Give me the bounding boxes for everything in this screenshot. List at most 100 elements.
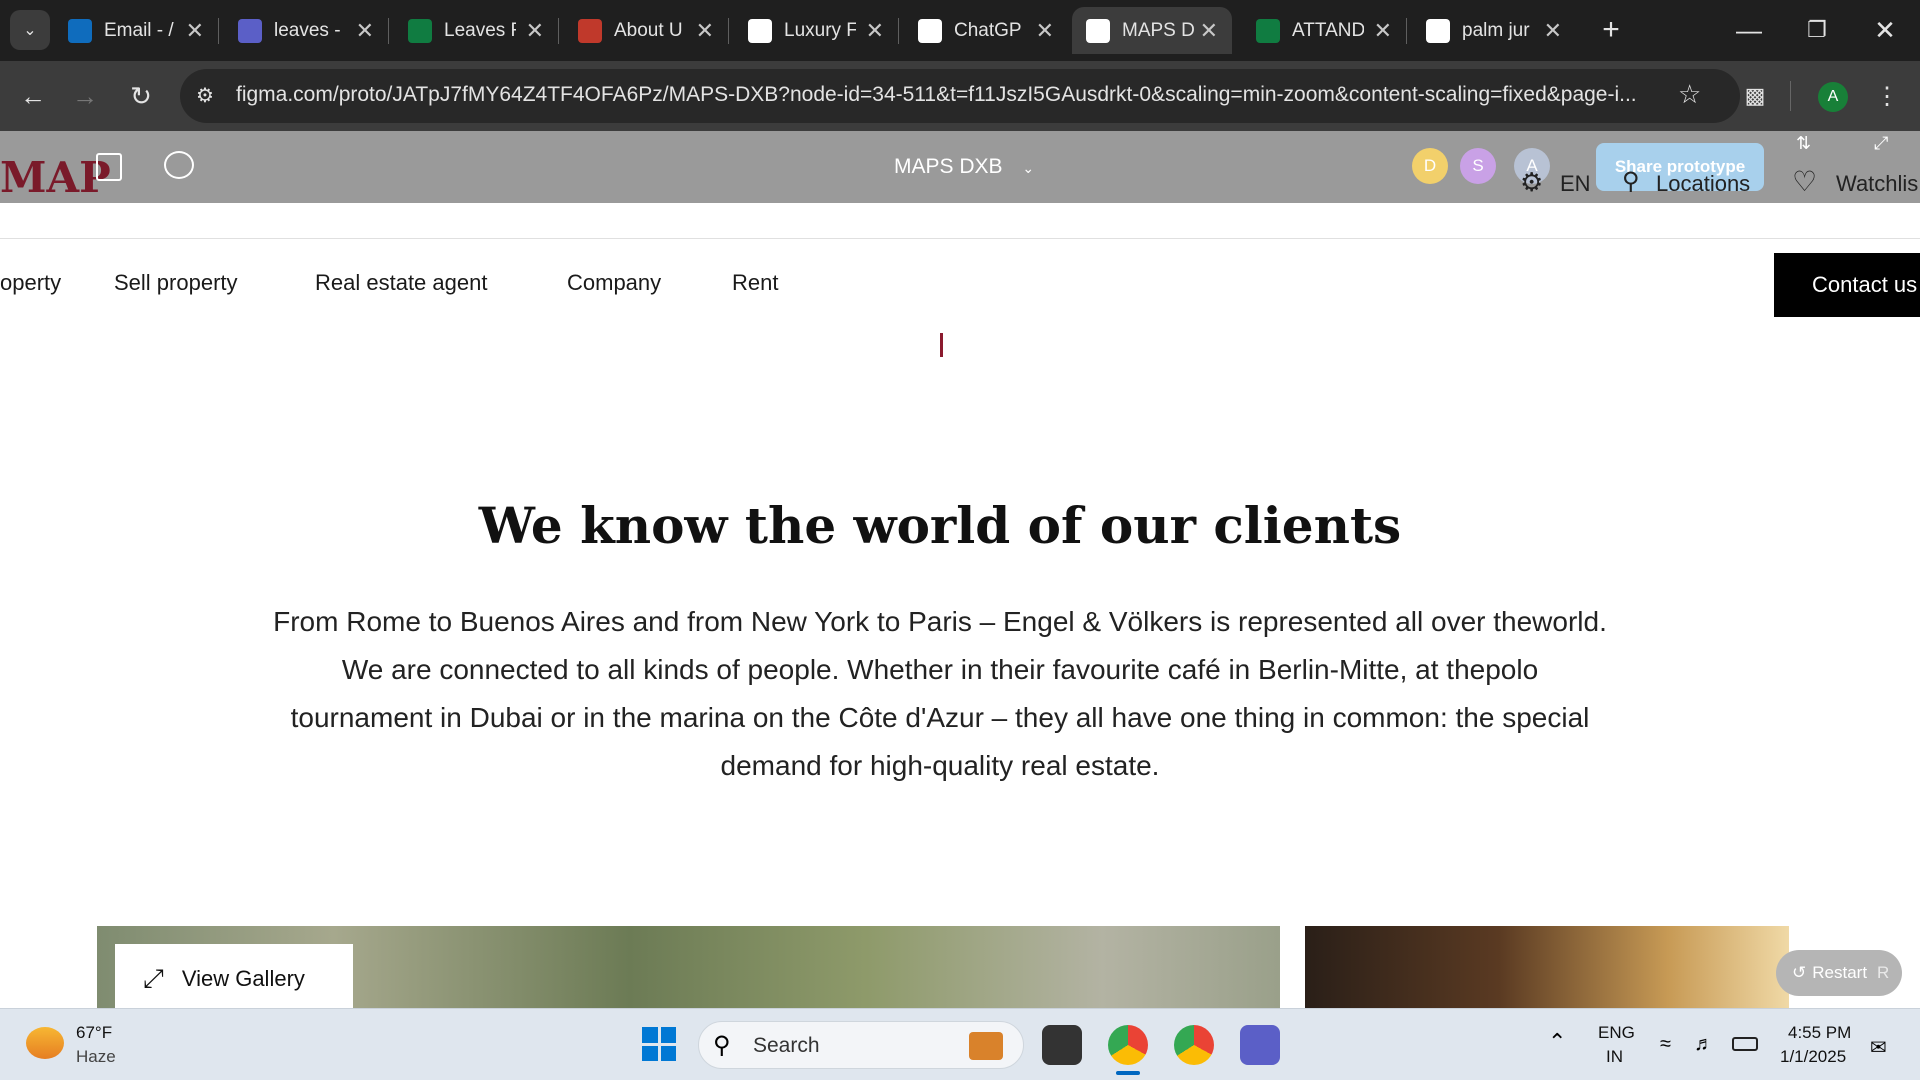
ev-icon: [748, 18, 772, 43]
nav-real-estate-agent[interactable]: Real estate agent: [315, 270, 487, 296]
browser-tab[interactable]: Email - / ✕: [68, 7, 204, 54]
toolbar-divider: [1790, 81, 1791, 111]
menu-button[interactable]: ⋮: [1868, 77, 1906, 115]
chrome-icon[interactable]: [1108, 1025, 1148, 1065]
browser-tab[interactable]: Leaves F ✕: [408, 7, 544, 54]
wifi-icon[interactable]: ≈: [1660, 1033, 1671, 1056]
chevron-down-icon: ⌄: [1022, 160, 1035, 176]
tab-title: Luxury F: [784, 19, 856, 41]
close-icon[interactable]: ✕: [356, 18, 374, 44]
teams-icon[interactable]: [1240, 1025, 1280, 1065]
chrome-profile-icon[interactable]: [1174, 1025, 1214, 1065]
windows-start-button[interactable]: [642, 1027, 676, 1061]
file-name-label: MAPS DXB: [894, 155, 1003, 178]
nav-sell-property[interactable]: Sell property: [114, 270, 238, 296]
google-icon: [1426, 18, 1450, 43]
reload-button[interactable]: ↻: [122, 77, 160, 115]
back-button[interactable]: ←: [14, 77, 52, 115]
close-icon[interactable]: ✕: [1374, 18, 1392, 44]
language-indicator[interactable]: ENG: [1598, 1023, 1635, 1043]
weather-temp[interactable]: 67°F: [76, 1023, 112, 1043]
star-icon[interactable]: ☆: [1678, 79, 1701, 110]
close-icon[interactable]: ✕: [526, 18, 544, 44]
nav-company[interactable]: Company: [567, 270, 661, 296]
start-tile-icon: [642, 1027, 658, 1043]
locations-link[interactable]: Locations: [1656, 171, 1750, 197]
battery-icon[interactable]: [1732, 1037, 1758, 1051]
close-icon[interactable]: ✕: [186, 18, 204, 44]
browser-toolbar: ← → ↻ ⚙ figma.com/proto/JATpJ7fMY64Z4TF4…: [0, 61, 1920, 131]
notification-bell-icon[interactable]: ✉: [1870, 1035, 1887, 1060]
close-icon: ✕: [1874, 14, 1896, 45]
reload-icon: ↻: [130, 80, 152, 111]
close-icon[interactable]: ✕: [1036, 18, 1054, 44]
clock-date[interactable]: 1/1/2025: [1780, 1047, 1846, 1067]
extensions-button[interactable]: ▩: [1736, 77, 1774, 115]
close-window-button[interactable]: ✕: [1866, 11, 1904, 49]
browser-tab[interactable]: About U ✕: [578, 7, 714, 54]
figma-play-icon: [1086, 18, 1110, 43]
speaker-icon[interactable]: ♬: [1694, 1033, 1714, 1056]
nav-rent[interactable]: Rent: [732, 270, 778, 296]
new-tab-button[interactable]: +: [1592, 11, 1630, 49]
chevron-down-icon: ⌄: [23, 22, 37, 39]
tab-separator: [218, 18, 219, 44]
address-bar[interactable]: ⚙ figma.com/proto/JATpJ7fMY64Z4TF4OFA6Pz…: [180, 69, 1740, 123]
profile-avatar[interactable]: A: [1818, 82, 1848, 112]
chatgpt-icon: [918, 18, 942, 43]
figma-prototype-header: MAP MAPS DXB ⌄ D S A Share prototype ⚙ E…: [0, 131, 1920, 203]
tab-search-button[interactable]: ⌄: [10, 10, 50, 50]
text-cursor: [940, 333, 943, 357]
excel-icon: [408, 18, 432, 43]
contact-us-button[interactable]: Contact us: [1774, 253, 1920, 317]
site-info-icon[interactable]: ⚙: [196, 83, 214, 108]
lifestyle-image-card[interactable]: [1305, 926, 1789, 1008]
weather-desc: Haze: [76, 1047, 116, 1066]
expand-icon[interactable]: ⤢: [1874, 133, 1888, 154]
task-view-icon[interactable]: [1042, 1025, 1082, 1065]
language-selector[interactable]: EN: [1560, 171, 1591, 197]
close-icon[interactable]: ✕: [1200, 18, 1218, 44]
browser-tab[interactable]: leaves - ✕: [238, 7, 374, 54]
copilot-icon: [238, 18, 262, 43]
nav-buy-property[interactable]: operty: [0, 270, 61, 296]
weather-haze-icon[interactable]: [26, 1027, 64, 1059]
browser-tab[interactable]: palm jur ✕: [1426, 7, 1562, 54]
arrow-right-icon: →: [72, 80, 98, 111]
forward-button[interactable]: →: [66, 77, 104, 115]
close-icon[interactable]: ✕: [1544, 18, 1562, 44]
browser-tab[interactable]: ChatGP ✕: [918, 7, 1054, 54]
comment-icon[interactable]: [164, 151, 194, 179]
presence-avatar-s[interactable]: S: [1460, 148, 1496, 184]
tab-separator: [898, 18, 899, 44]
watchlist-link[interactable]: Watchlis: [1836, 171, 1918, 197]
restore-icon: ❐: [1807, 17, 1827, 42]
view-gallery-button[interactable]: ⤢ View Gallery: [115, 944, 353, 1014]
gear-icon[interactable]: ⚙: [1520, 167, 1543, 198]
restart-button[interactable]: ↺ Restart R: [1776, 950, 1902, 996]
url-text: figma.com/proto/JATpJ7fMY64Z4TF4OFA6Pz/M…: [236, 83, 1637, 106]
browser-tab[interactable]: Luxury F ✕: [748, 7, 884, 54]
minimize-button[interactable]: —: [1730, 11, 1768, 49]
tab-title: Email - /: [104, 19, 174, 41]
close-icon[interactable]: ✕: [866, 18, 884, 44]
windows-taskbar: 67°F Haze ⚲ Search ⌃ ENG IN ≈ ♬ 4:55 PM …: [0, 1008, 1920, 1080]
language-region: IN: [1606, 1047, 1623, 1066]
presence-avatar-d[interactable]: D: [1412, 148, 1448, 184]
taskbar-search[interactable]: ⚲ Search: [698, 1021, 1024, 1069]
site-logo[interactable]: MAP: [0, 153, 111, 202]
expand-arrows-icon: ⤢: [143, 963, 164, 993]
restore-button[interactable]: ❐: [1798, 11, 1836, 49]
tab-separator: [558, 18, 559, 44]
browser-tab-strip: ⌄ Email - / ✕ leaves - ✕ Leaves F ✕ About U ✕ Lu…: [0, 0, 1920, 61]
browser-tab[interactable]: MAPS D ✕: [1072, 7, 1232, 54]
settings-sliders-icon[interactable]: ⇅: [1796, 133, 1811, 154]
clock-time[interactable]: 4:55 PM: [1788, 1023, 1851, 1043]
search-icon: ⚲: [713, 1032, 731, 1059]
kebab-menu-icon: ⋮: [1875, 82, 1899, 110]
sidebar-toggle-icon[interactable]: [96, 153, 122, 181]
close-icon[interactable]: ✕: [696, 18, 714, 44]
file-name[interactable]: MAPS DXB ⌄: [894, 155, 1034, 179]
browser-tab[interactable]: ATTAND ✕: [1256, 7, 1392, 54]
chevron-up-icon[interactable]: ⌃: [1548, 1029, 1566, 1055]
